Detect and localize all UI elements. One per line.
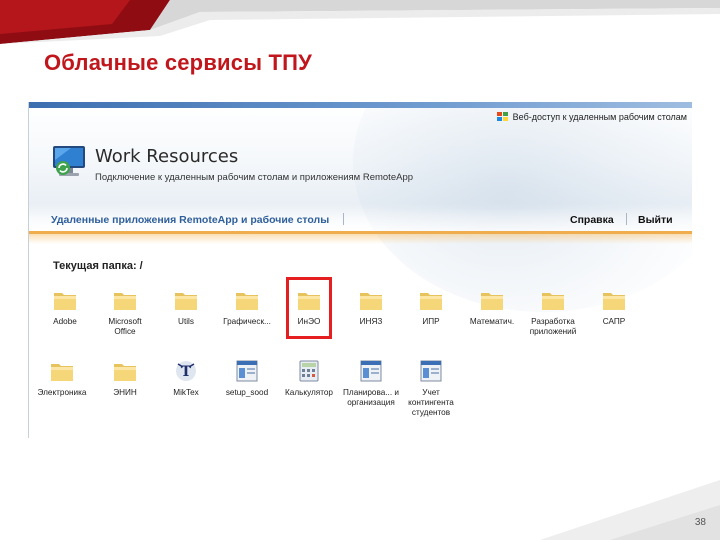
folder-item[interactable]: Adobe — [32, 289, 98, 327]
help-link[interactable]: Справка — [570, 214, 614, 226]
slide-corner-decoration — [540, 480, 720, 540]
folder-icon — [175, 293, 197, 310]
folder-item[interactable]: ИПР — [398, 289, 464, 327]
calculator-icon — [299, 360, 319, 382]
item-label: Разработка приложений — [529, 317, 577, 336]
item-label: Microsoft Office — [108, 317, 142, 336]
folder-icon — [54, 293, 76, 310]
folder-item[interactable]: ЭНИН — [92, 360, 158, 398]
tab-remoteapp-desktops[interactable]: Удаленные приложения RemoteApp и рабочие… — [51, 214, 329, 226]
item-label: Электроника — [37, 388, 87, 397]
remoteapp-web-access-screenshot: Веб-доступ к удаленным рабочим столам Wo… — [28, 102, 692, 438]
current-folder-label: Текущая папка: / — [53, 260, 143, 272]
tex-app-icon: T — [176, 361, 196, 381]
highlight-box — [286, 277, 332, 339]
web-access-caption: Веб-доступ к удаленным рабочим столам — [496, 112, 687, 122]
folder-item[interactable]: Microsoft Office — [92, 289, 158, 337]
item-label: Планирова... и организация — [343, 388, 399, 407]
item-label: MikTex — [173, 388, 199, 397]
item-label: САПР — [602, 317, 626, 326]
portal-subtitle: Подключение к удаленным рабочим столам и… — [95, 172, 414, 183]
nav-divider — [343, 213, 344, 225]
portal-header: Веб-доступ к удаленным рабочим столам Wo… — [29, 102, 692, 312]
globe-background — [353, 102, 692, 312]
slide-number: 38 — [694, 517, 706, 528]
folder-item[interactable]: Разработка приложений — [520, 289, 586, 337]
portal-title: Work Resources — [95, 146, 239, 167]
item-label: Калькулятор — [285, 388, 333, 397]
item-label: Учет контингента студентов — [408, 388, 454, 417]
folder-icon — [236, 293, 258, 310]
window-top-strip — [29, 102, 692, 108]
remote-desktop-monitor-icon — [53, 146, 85, 176]
folder-item[interactable]: САПР — [581, 289, 647, 327]
app-item[interactable]: Калькулятор — [276, 360, 342, 398]
folder-icon — [542, 293, 564, 310]
folder-icon — [420, 293, 442, 310]
windows-logo-icon — [496, 112, 508, 121]
app-item[interactable]: Планирова... и организация — [338, 360, 404, 408]
item-label: Adobe — [53, 317, 77, 326]
folder-item[interactable]: ИНЯЗ — [338, 289, 404, 327]
item-label: ИПР — [422, 317, 440, 326]
folder-icon — [603, 293, 625, 310]
item-label: ЭНИН — [113, 388, 137, 397]
slide-title: Облачные сервисы ТПУ — [44, 50, 313, 75]
folder-item[interactable]: Utils — [153, 289, 219, 327]
portal-navbar: Удаленные приложения RemoteApp и рабочие… — [29, 208, 692, 234]
app-item[interactable]: setup_sood — [214, 360, 280, 398]
folder-item[interactable]: Графическ... — [214, 289, 280, 327]
remoteapp-icon — [420, 360, 442, 382]
app-item[interactable]: T MikTex — [153, 360, 219, 398]
remoteapp-icon — [360, 360, 382, 382]
folder-item[interactable]: Электроника — [29, 360, 95, 398]
item-label: Графическ... — [223, 317, 271, 326]
folder-icon — [51, 364, 73, 381]
slide-header-banner — [0, 0, 720, 44]
item-label: Utils — [178, 317, 194, 326]
item-label: Математич. — [469, 317, 515, 326]
web-access-text: Веб-доступ к удаленным рабочим столам — [512, 112, 687, 122]
folder-icon — [481, 293, 503, 310]
navbar-glow — [29, 234, 692, 244]
app-item[interactable]: Учет контингента студентов — [398, 360, 464, 418]
nav-divider — [626, 213, 627, 225]
item-label: ИНЯЗ — [359, 317, 383, 326]
folder-icon — [360, 293, 382, 310]
folder-item[interactable]: Математич. — [459, 289, 525, 327]
item-label: setup_sood — [225, 388, 269, 397]
logout-link[interactable]: Выйти — [638, 214, 673, 226]
remoteapp-icon — [236, 360, 258, 382]
folder-icon — [114, 293, 136, 310]
folder-icon — [114, 364, 136, 381]
